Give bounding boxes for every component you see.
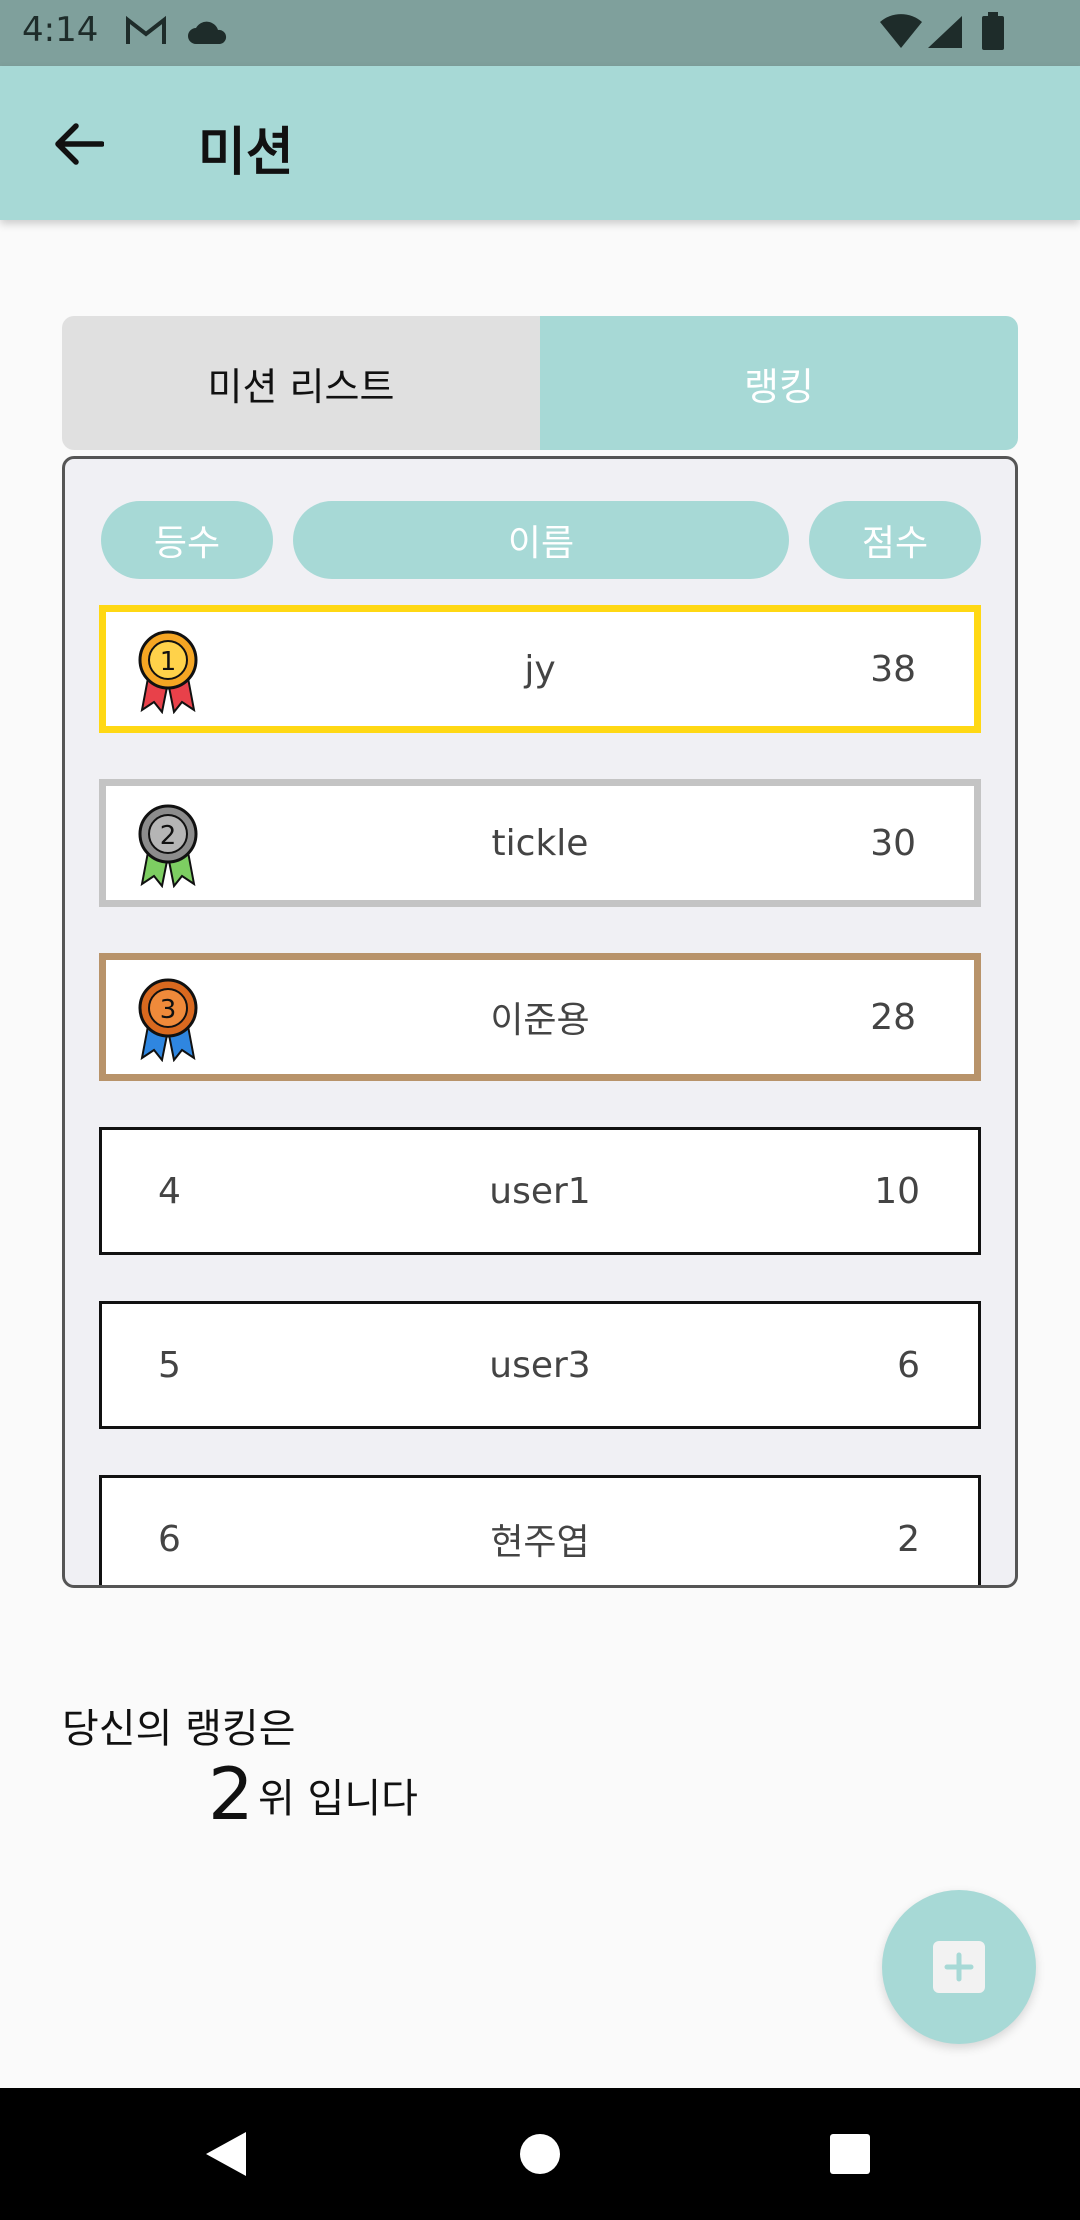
- tab-ranking[interactable]: 랭킹: [540, 316, 1018, 450]
- back-button[interactable]: [40, 106, 116, 182]
- signal-icon: [928, 16, 962, 48]
- row-name: user1: [489, 1170, 591, 1212]
- row-score: 28: [870, 996, 916, 1038]
- triangle-back-icon: [206, 2132, 246, 2176]
- tab-bar: 미션 리스트 랭킹: [62, 316, 1018, 450]
- ranking-row: 2 tickle 30: [99, 779, 981, 907]
- status-bar: 4:14: [0, 0, 1080, 66]
- header-rank: 등수: [101, 501, 273, 579]
- row-score: 6: [897, 1344, 920, 1386]
- nav-back-button[interactable]: [190, 2118, 262, 2190]
- ranking-row: 1 jy 38: [99, 605, 981, 733]
- ranking-row: user1 4 10: [99, 1127, 981, 1255]
- row-name: 이준용: [490, 1000, 590, 1041]
- row-name: tickle: [491, 822, 589, 864]
- arrow-left-icon: [55, 123, 104, 165]
- add-button[interactable]: [882, 1890, 1036, 2044]
- header-name: 이름: [293, 501, 789, 579]
- plus-icon: [933, 1941, 985, 1993]
- row-score: 2: [897, 1518, 920, 1560]
- status-time: 4:14: [22, 10, 99, 50]
- nav-home-button[interactable]: [504, 2118, 576, 2190]
- page-title: 미션: [198, 123, 294, 183]
- row-name: jy: [524, 648, 556, 690]
- header-score: 점수: [809, 501, 981, 579]
- gmail-icon: [126, 15, 166, 44]
- row-name: 현주엽: [490, 1522, 590, 1563]
- my-rank-value: 2: [208, 1752, 254, 1836]
- row-score: 38: [870, 648, 916, 690]
- ranking-row: 3 이준용 28: [99, 953, 981, 1081]
- wifi-icon: [880, 14, 922, 48]
- row-rank: 5: [158, 1344, 181, 1386]
- ranking-row: user3 5 6: [99, 1301, 981, 1429]
- battery-icon: [982, 12, 1004, 50]
- tab-mission-list[interactable]: 미션 리스트: [62, 316, 540, 450]
- cloud-icon: [188, 21, 227, 44]
- row-score: 10: [874, 1170, 920, 1212]
- row-rank: 6: [158, 1518, 181, 1560]
- system-nav-bar: [0, 2088, 1080, 2220]
- my-rank-label: 당신의 랭킹은: [62, 1706, 296, 1752]
- ranking-list[interactable]: 등수 이름 점수 1 jy 38 2 tickle 30 3 이준용 28 us…: [62, 456, 1018, 1588]
- circle-home-icon: [520, 2134, 560, 2174]
- app-bar: 미션: [0, 66, 1080, 220]
- ranking-row: 현주엽 6 2: [99, 1475, 981, 1585]
- row-score: 30: [870, 822, 916, 864]
- row-rank: 4: [158, 1170, 181, 1212]
- square-recents-icon: [830, 2134, 870, 2174]
- nav-recents-button[interactable]: [814, 2118, 886, 2190]
- row-name: user3: [489, 1344, 591, 1386]
- my-rank-suffix: 위 입니다: [258, 1776, 418, 1822]
